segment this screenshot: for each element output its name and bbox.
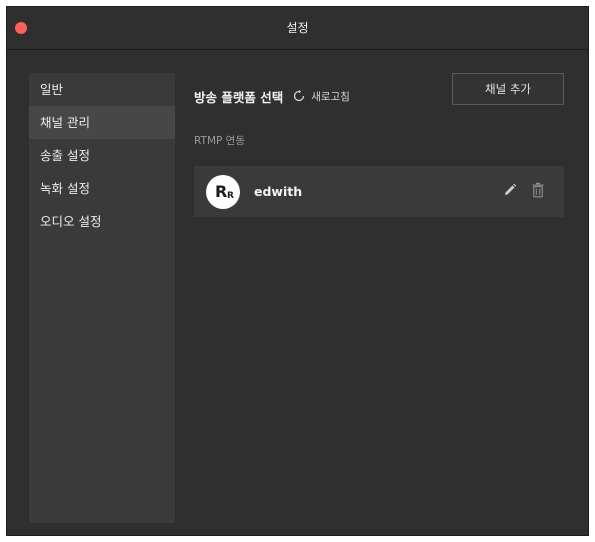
sidebar-item-general[interactable]: 일반 bbox=[29, 73, 175, 106]
window-title: 설정 bbox=[286, 21, 309, 35]
rtmp-section-label: RTMP 연동 bbox=[194, 135, 245, 147]
refresh-button[interactable]: 새로고침 bbox=[293, 89, 350, 104]
platform-select-title: 방송 플랫폼 선택 bbox=[194, 89, 284, 105]
edit-channel-button[interactable] bbox=[502, 182, 518, 198]
channel-avatar: R R bbox=[206, 174, 240, 209]
platform-header: 방송 플랫폼 선택 새로고침 bbox=[194, 87, 350, 105]
delete-channel-button[interactable] bbox=[530, 182, 546, 198]
sidebar-item-stream-settings[interactable]: 송출 설정 bbox=[29, 139, 175, 172]
settings-window: 설정 일반 채널 관리 송출 설정 녹화 설정 오디오 설정 방송 플랫폼 선택… bbox=[6, 6, 589, 536]
pencil-icon bbox=[505, 183, 517, 195]
settings-sidebar: 일반 채널 관리 송출 설정 녹화 설정 오디오 설정 bbox=[29, 73, 175, 523]
sidebar-item-recording-settings[interactable]: 녹화 설정 bbox=[29, 172, 175, 205]
avatar-letter: R bbox=[215, 181, 228, 201]
avatar-subletter: R bbox=[227, 190, 234, 201]
channel-management-panel: 방송 플랫폼 선택 새로고침 채널 추가 RTMP 연동 R R edwith bbox=[194, 73, 576, 523]
refresh-icon bbox=[294, 90, 305, 102]
channel-actions bbox=[490, 182, 546, 198]
trash-icon bbox=[532, 182, 544, 198]
channel-item[interactable]: R R edwith bbox=[194, 166, 564, 217]
sidebar-item-audio-settings[interactable]: 오디오 설정 bbox=[29, 205, 175, 238]
add-channel-button[interactable]: 채널 추가 bbox=[452, 73, 564, 105]
channel-name: edwith bbox=[254, 184, 303, 199]
title-bar: 설정 bbox=[7, 7, 588, 50]
sidebar-item-channel-management[interactable]: 채널 관리 bbox=[29, 106, 175, 139]
refresh-label: 새로고침 bbox=[311, 90, 350, 103]
